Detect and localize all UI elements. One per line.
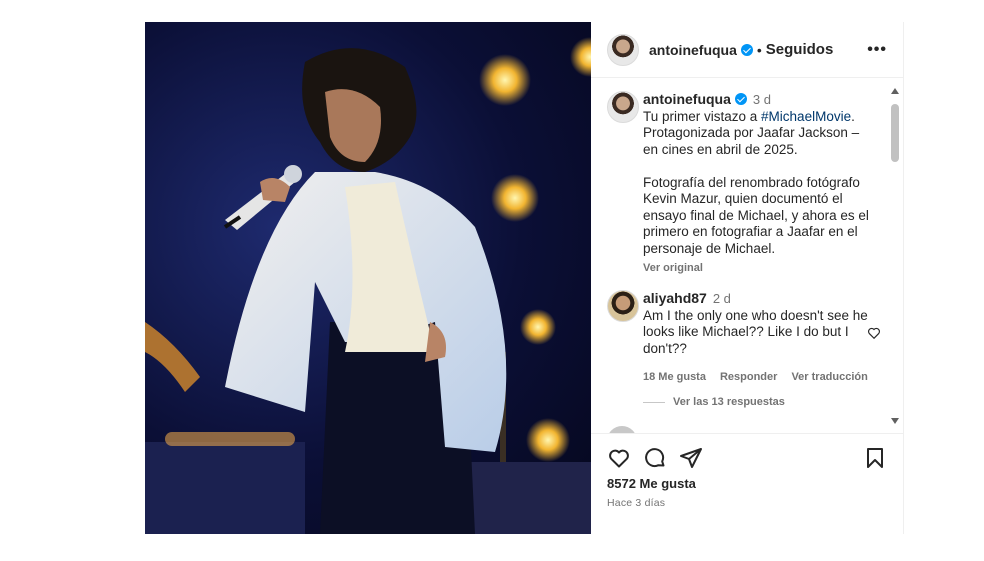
- scroll-down-arrow-icon[interactable]: [891, 418, 899, 424]
- commenter-avatar[interactable]: [607, 290, 639, 322]
- verified-badge-icon: [740, 43, 753, 56]
- comment-time: 2 d: [712, 291, 731, 306]
- author-avatar[interactable]: [607, 33, 639, 66]
- caption-entry: antoinefuqua 3 d Tu primer vistazo a #Mic…: [607, 91, 877, 277]
- header-separator: •: [756, 41, 762, 58]
- save-bookmark-icon[interactable]: [863, 446, 887, 470]
- caption-author-avatar[interactable]: [607, 91, 639, 123]
- performer-photo-illustration: [145, 37, 591, 534]
- verified-badge-icon: [734, 93, 747, 105]
- scroll-up-arrow-icon[interactable]: [891, 88, 899, 94]
- post-photo[interactable]: [145, 22, 591, 534]
- action-icons: [591, 434, 903, 470]
- post-timestamp[interactable]: Hace 3 días: [591, 491, 903, 509]
- share-paper-plane-icon[interactable]: [679, 446, 703, 470]
- comments-scrollbar[interactable]: [891, 84, 899, 424]
- more-options-icon[interactable]: •••: [867, 41, 887, 59]
- following-button[interactable]: Seguidos: [766, 41, 834, 58]
- comment-entry: aliyahd87 2 d Am I the only one who doesn…: [607, 290, 880, 386]
- comments-section[interactable]: antoinefuqua 3 d Tu primer vistazo a #Mic…: [591, 79, 903, 433]
- instagram-post: antoinefuqua • Seguidos ••• antoinefuqua…: [145, 22, 904, 534]
- next-comment-avatar[interactable]: [607, 426, 637, 433]
- see-original-link[interactable]: Ver original: [643, 260, 877, 277]
- view-replies-label: Ver las 13 respuestas: [673, 396, 785, 408]
- comment-likes[interactable]: 18 Me gusta: [643, 369, 706, 386]
- reply-button[interactable]: Responder: [720, 369, 777, 386]
- like-heart-icon[interactable]: [607, 446, 631, 470]
- caption-username[interactable]: antoinefuqua: [643, 91, 731, 107]
- caption-text-start: Tu primer vistazo a: [643, 108, 762, 124]
- likes-count[interactable]: 8572 Me gusta: [591, 470, 903, 491]
- author-username[interactable]: antoinefuqua: [649, 42, 737, 58]
- post-header: antoinefuqua • Seguidos •••: [591, 22, 903, 78]
- see-translation-button[interactable]: Ver traducción: [791, 369, 867, 386]
- view-replies-button[interactable]: Ver las 13 respuestas: [643, 396, 785, 408]
- post-actions: 8572 Me gusta Hace 3 días: [591, 433, 903, 535]
- caption-text-rest: . Protagonizada por Jaafar Jackson – en …: [643, 108, 869, 256]
- comment-text: Am I the only one who doesn't see he loo…: [643, 307, 868, 356]
- comment-meta: 18 Me gusta Responder Ver traducción: [643, 369, 877, 386]
- post-side-panel: antoinefuqua • Seguidos ••• antoinefuqua…: [591, 22, 903, 534]
- caption-time[interactable]: 3 d: [753, 92, 771, 107]
- replies-divider: [643, 401, 665, 403]
- scroll-thumb[interactable]: [891, 104, 899, 162]
- like-comment-heart-icon[interactable]: [867, 326, 881, 340]
- hashtag-link[interactable]: #MichaelMovie: [761, 109, 851, 124]
- comment-bubble-icon[interactable]: [643, 446, 667, 470]
- commenter-username[interactable]: aliyahd87: [643, 290, 707, 306]
